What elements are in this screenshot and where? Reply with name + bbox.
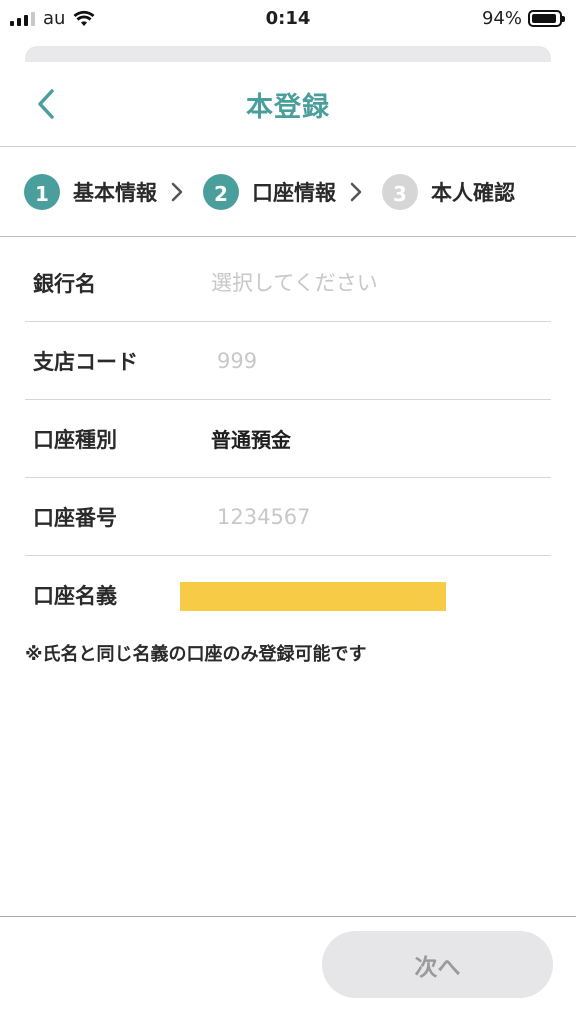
account-number-input[interactable] <box>217 504 517 529</box>
status-left: au <box>10 8 95 29</box>
account-type-label: 口座種別 <box>33 427 117 452</box>
account-number-label: 口座番号 <box>33 505 117 530</box>
step-label-2: 口座情報 <box>252 181 336 205</box>
step-number-3: 3 <box>382 174 418 210</box>
footer-bar: 次へ <box>0 916 576 1024</box>
chevron-right-icon <box>350 182 362 202</box>
branch-code-label: 支店コード <box>33 349 138 374</box>
account-holder-redacted-value <box>180 582 446 611</box>
chevron-left-icon <box>38 89 54 119</box>
sheet-top-edge <box>25 46 551 62</box>
battery-icon <box>528 9 565 27</box>
navigation-bar: 本登録 <box>0 62 576 147</box>
status-bar: au 0:14 94% <box>0 0 576 36</box>
back-button[interactable] <box>26 84 66 124</box>
next-button[interactable]: 次へ <box>322 931 553 998</box>
account-type-value[interactable]: 普通預金 <box>211 424 291 453</box>
step-label-1: 基本情報 <box>73 181 157 205</box>
bank-name-row[interactable]: 銀行名 <box>25 244 551 322</box>
step-number-2: 2 <box>203 174 239 210</box>
chevron-right-icon <box>171 182 183 202</box>
carrier-name: au <box>43 7 66 29</box>
step-identity-check: 3 本人確認 <box>382 174 515 210</box>
registration-stepper: 1 基本情報 2 口座情報 3 本人確認 <box>0 148 576 237</box>
account-holder-note: ※氏名と同じ名義の口座のみ登録可能です <box>25 644 367 665</box>
page-title: 本登録 <box>246 91 330 123</box>
wifi-icon <box>73 10 95 26</box>
bank-account-form: 銀行名 支店コード 口座種別 普通預金 口座番号 口座名義 <box>0 244 576 634</box>
step-basic-info: 1 基本情報 <box>24 174 157 210</box>
step-label-3: 本人確認 <box>431 181 515 205</box>
bank-name-select[interactable] <box>211 270 511 295</box>
status-right: 94% <box>481 7 565 29</box>
battery-percentage: 94% <box>481 7 522 29</box>
account-number-row: 口座番号 <box>25 478 551 556</box>
cellular-signal-icon <box>10 10 35 26</box>
branch-code-row: 支店コード <box>25 322 551 400</box>
step-account-info: 2 口座情報 <box>203 174 336 210</box>
bank-name-label: 銀行名 <box>33 271 96 296</box>
battery-level <box>532 13 557 23</box>
step-number-1: 1 <box>24 174 60 210</box>
account-holder-row: 口座名義 <box>25 556 551 634</box>
account-holder-label: 口座名義 <box>33 584 117 608</box>
account-type-row[interactable]: 口座種別 普通預金 <box>25 400 551 478</box>
branch-code-input[interactable] <box>217 348 517 373</box>
